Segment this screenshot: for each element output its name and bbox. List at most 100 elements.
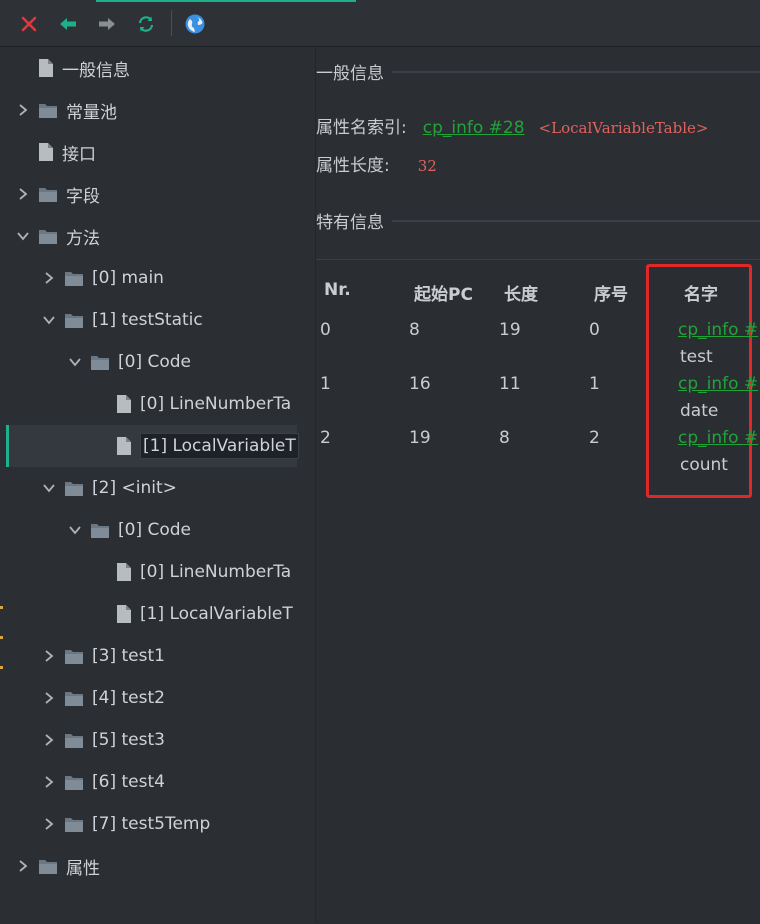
tree-node[interactable]: 一般信息 [16,47,130,89]
tree-node[interactable]: [0] Code [68,509,191,551]
section-divider [392,70,760,73]
cell-length: 19 [499,320,521,340]
change-marker [0,666,3,669]
chevron-right-icon[interactable] [16,187,30,201]
tree-node[interactable]: [7] test5Temp [42,803,210,845]
folder-icon [64,774,84,791]
specific-info-title: 特有信息 [316,213,384,233]
chevron-down-icon[interactable] [42,313,56,327]
chevron-down-icon[interactable] [68,523,82,537]
tree-node[interactable]: [0] LineNumberTa [94,551,291,593]
close-icon [21,16,37,32]
general-info-title: 一般信息 [316,64,384,84]
refresh-icon [138,16,154,32]
tree-node-label: [0] Code [118,520,192,540]
cell-start-pc: 19 [409,428,431,448]
tree-node[interactable]: [0] main [42,257,164,299]
chevron-down-icon[interactable] [16,229,30,243]
tree-node-label: [1] LocalVariableT [140,433,299,459]
tree-node-label: 属性 [66,858,100,879]
open-web-button[interactable] [183,12,207,36]
tree-node[interactable]: [0] LineNumberTa [94,383,291,425]
tree-node[interactable]: 属性 [16,845,100,887]
tree-node[interactable]: [1] LocalVariableT [94,425,299,467]
tree-node-label: [6] test4 [92,772,165,792]
chevron-right-icon[interactable] [42,271,56,285]
folder-icon [38,858,58,875]
folder-icon [90,354,110,371]
chevron-right-icon[interactable] [16,859,30,873]
chevron-right-icon[interactable] [42,817,56,831]
tree-node[interactable]: [5] test3 [42,719,165,761]
tree-node[interactable]: [4] test2 [42,677,165,719]
column-header-nr[interactable]: Nr. [324,280,351,300]
tree-node[interactable]: 常量池 [16,89,117,131]
close-button[interactable] [17,12,41,36]
folder-icon [38,102,58,119]
tree-node[interactable]: [3] test1 [42,635,165,677]
chevron-right-icon[interactable] [16,103,30,117]
cell-name: count [680,455,728,475]
refresh-button[interactable] [134,12,158,36]
column-header-start-pc[interactable]: 起始PC [414,280,473,305]
column-header-index[interactable]: 序号 [594,280,628,305]
tree-node-label: [2] <init> [92,478,177,498]
cell-name-link[interactable]: cp_info # [678,428,760,448]
folder-icon [90,522,110,539]
cell-nr: 2 [320,428,331,448]
specific-info-header: 特有信息 [316,208,760,233]
chevron-right-icon[interactable] [42,775,56,789]
local-variable-table: Nr. 起始PC 长度 序号 名字 0 8 19 0 cp_info # test 1 16 1… [316,259,760,924]
folder-icon [64,816,84,833]
tree-node-label: 字段 [66,186,100,207]
file-icon [116,604,132,624]
tree-node[interactable]: 字段 [16,173,100,215]
attr-length-row: 属性长度: 32 [316,151,437,176]
chevron-down-icon[interactable] [68,355,82,369]
tree-node-label: [4] test2 [92,688,165,708]
tree-node-label: 接口 [62,144,96,165]
tree-node[interactable]: [1] testStatic [42,299,203,341]
file-icon [116,394,132,414]
toolbar [0,0,760,47]
cell-start-pc: 8 [409,320,420,340]
tree-node-label: 方法 [66,228,100,249]
tree-node-label: [0] Code [118,352,192,372]
tree-node[interactable]: [1] LocalVariableT [94,593,293,635]
tree-node-label: [0] LineNumberTa [140,562,292,582]
cell-name-link[interactable]: cp_info # [678,374,760,394]
active-tab-indicator [96,0,356,2]
cell-name: date [680,401,719,421]
back-button[interactable] [56,12,80,36]
globe-icon [185,14,205,34]
file-icon [116,436,132,456]
tree-node[interactable]: 接口 [16,131,96,173]
tree-node[interactable]: [0] Code [68,341,191,383]
attr-length-label: 属性长度: [316,156,390,176]
attr-name-index-row: 属性名索引: cp_info #28 <LocalVariableTable> [316,113,708,138]
chevron-right-icon[interactable] [42,691,56,705]
attr-name-index-link[interactable]: cp_info #28 [423,118,525,138]
folder-icon [64,648,84,665]
section-divider [392,219,760,222]
chevron-right-icon[interactable] [42,649,56,663]
tree-node[interactable]: 方法 [16,215,100,257]
structure-tree[interactable]: 一般信息 常量池接口字段方法 [0] main [1] testStatic [0] C… [0,47,316,923]
forward-button[interactable] [95,12,119,36]
folder-icon [64,312,84,329]
detail-panel: 一般信息 属性名索引: cp_info #28 <LocalVariableTa… [316,47,760,924]
tree-node-label: [0] main [92,268,164,288]
forward-arrow-icon [99,18,115,30]
chevron-right-icon[interactable] [42,733,56,747]
file-icon [38,142,54,162]
chevron-down-icon[interactable] [42,481,56,495]
cell-name-link[interactable]: cp_info # [678,320,760,340]
tree-node[interactable]: [6] test4 [42,761,165,803]
tree-node[interactable]: [2] <init> [42,467,177,509]
folder-icon [64,270,84,287]
column-header-length[interactable]: 长度 [504,280,538,305]
folder-icon [64,690,84,707]
